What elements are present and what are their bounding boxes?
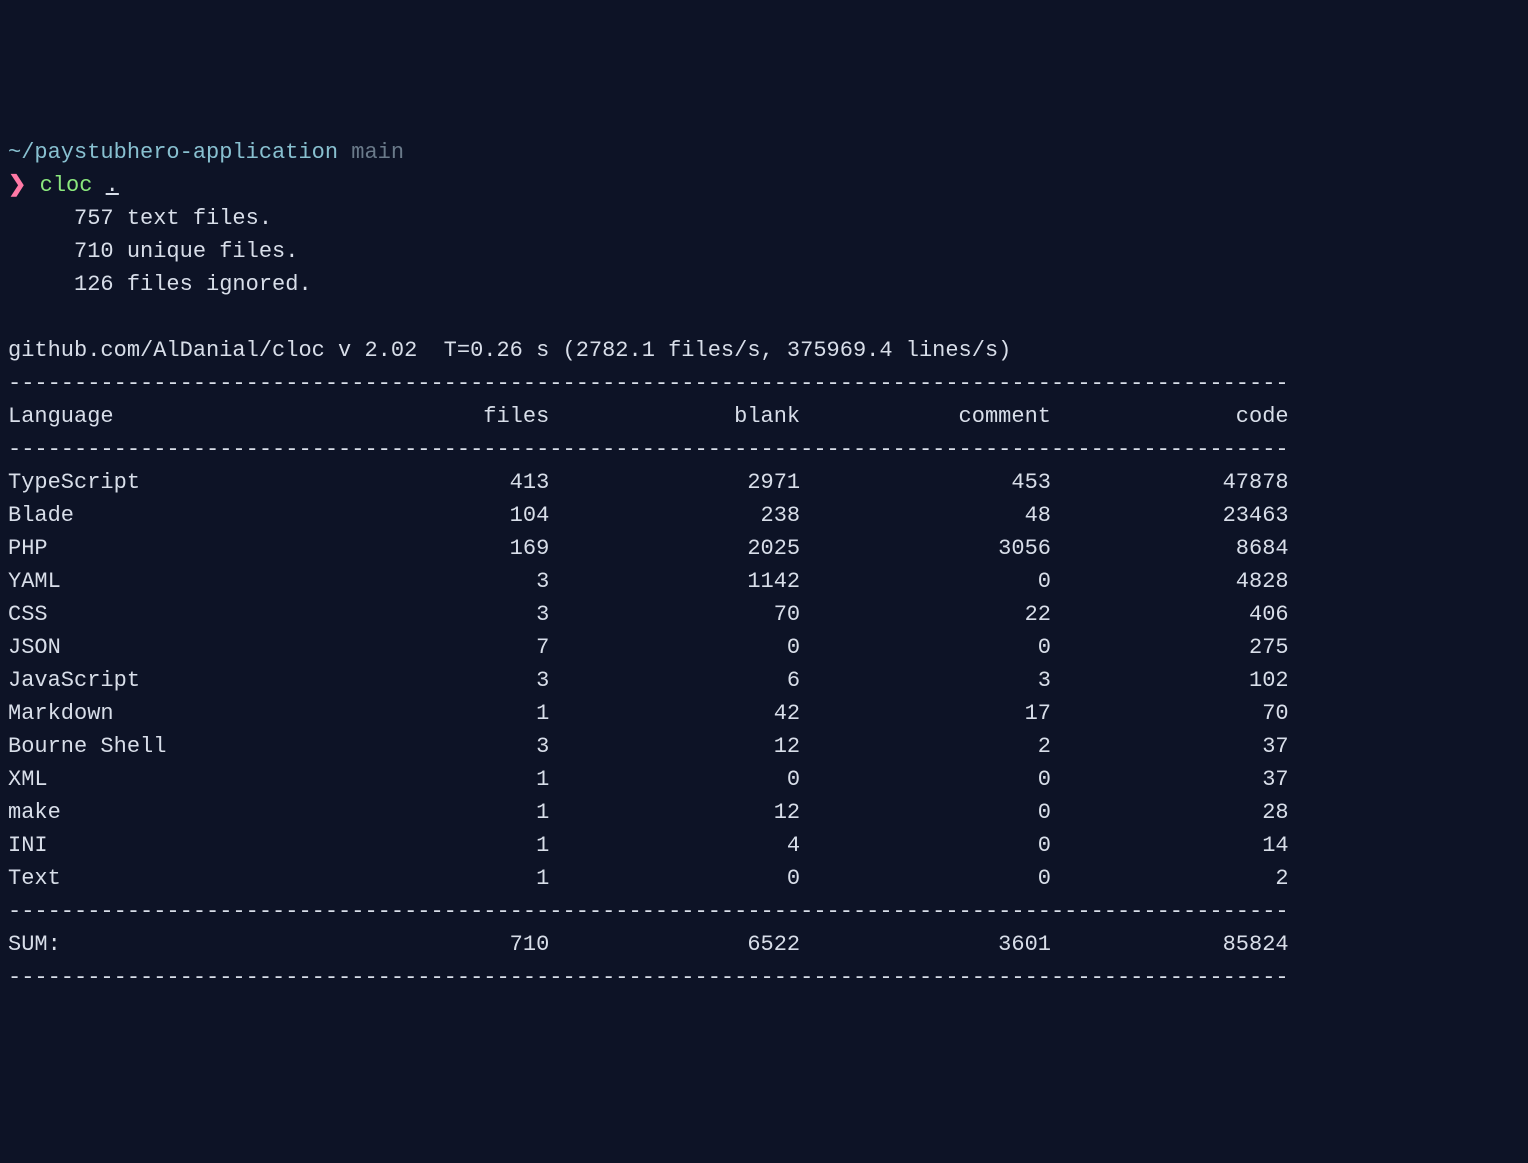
terminal-output[interactable]: ~/paystubhero-application main ❯ cloc . …	[8, 136, 1520, 994]
meta-line: github.com/AlDanial/cloc v 2.02 T=0.26 s…	[8, 338, 1011, 363]
sum-row: SUM: 710 6522 3601 85824	[8, 932, 1289, 957]
dash-line: ----------------------------------------…	[8, 437, 1289, 462]
dash-line: ----------------------------------------…	[8, 965, 1289, 990]
prompt-path: ~/paystubhero-application	[8, 140, 338, 165]
command-name: cloc	[40, 173, 93, 198]
ignored-files-line: 126 files ignored.	[8, 272, 312, 297]
unique-files-line: 710 unique files.	[8, 239, 298, 264]
table-header-row: Language files blank comment code	[8, 404, 1289, 429]
prompt-branch: main	[351, 140, 404, 165]
dash-line: ----------------------------------------…	[8, 371, 1289, 396]
text-files-line: 757 text files.	[8, 206, 272, 231]
prompt-symbol: ❯	[8, 173, 26, 198]
dash-line: ----------------------------------------…	[8, 899, 1289, 924]
table-body: TypeScript 413 2971 453 47878 Blade 104 …	[8, 466, 1520, 895]
command-arg: .	[106, 173, 119, 198]
